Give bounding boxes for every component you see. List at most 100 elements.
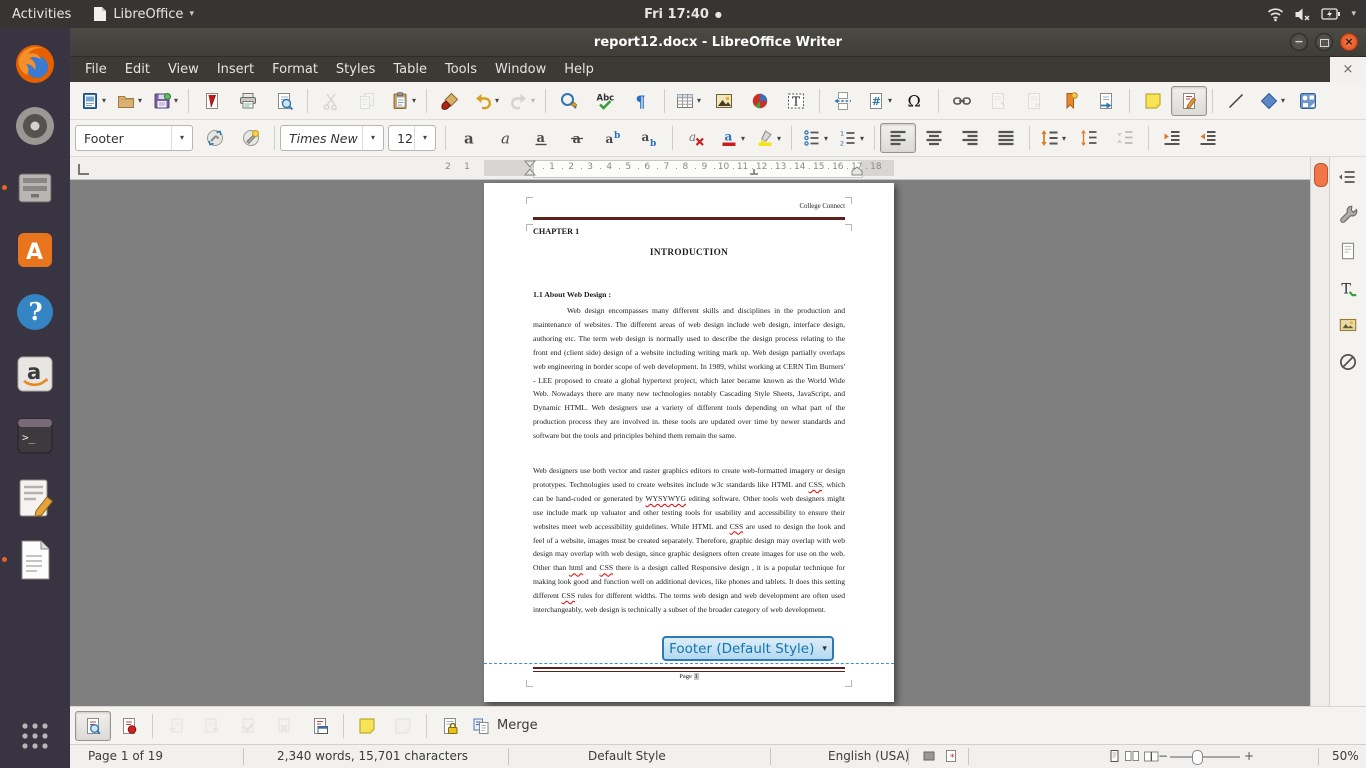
dropdown-arrow-icon[interactable]: ▾ [1062, 134, 1066, 143]
increase-paragraph-spacing-button[interactable] [1071, 123, 1107, 153]
gallery-deck-button[interactable] [1336, 313, 1360, 337]
align-left-button[interactable] [880, 123, 916, 153]
page-style[interactable]: Default Style [588, 749, 666, 763]
align-center-button[interactable] [916, 123, 952, 153]
close-button[interactable]: × [1340, 33, 1358, 51]
document-title[interactable]: INTRODUCTION [484, 247, 894, 257]
font-name-combo[interactable]: Times New Rom▾ [280, 125, 384, 151]
spelling-button[interactable]: Abc [587, 86, 623, 116]
align-justify-button[interactable] [988, 123, 1024, 153]
insert-cross-reference-button[interactable] [1088, 86, 1124, 116]
insert-page-break-button[interactable] [825, 86, 861, 116]
close-document-button[interactable]: × [1330, 57, 1366, 82]
menu-view[interactable]: View [159, 57, 208, 82]
export-pdf-button[interactable] [194, 86, 230, 116]
page-header[interactable]: College Connect [533, 203, 845, 210]
clone-formatting-button[interactable] [432, 86, 468, 116]
record-track-changes-button[interactable] [111, 711, 147, 741]
page-count[interactable]: Page 1 of 19 [88, 749, 163, 763]
activities-button[interactable]: Activities [12, 7, 71, 22]
dock-text-editor[interactable] [11, 474, 59, 522]
dropdown-arrow-icon[interactable]: ▾ [412, 96, 416, 105]
insert-text-box-button[interactable]: T [778, 86, 814, 116]
footer-style-button[interactable]: Footer (Default Style) ▾ [662, 636, 834, 661]
menu-help[interactable]: Help [555, 57, 603, 82]
dock-file-manager[interactable] [11, 164, 59, 212]
dropdown-arrow-icon[interactable]: ▾ [102, 96, 106, 105]
new-document-button[interactable]: ▾ [75, 86, 111, 116]
insert-image-button[interactable] [706, 86, 742, 116]
zoom-in-button[interactable]: + [1244, 749, 1254, 763]
italic-button[interactable]: a [487, 123, 523, 153]
insert-line-button[interactable] [1218, 86, 1254, 116]
underline-button[interactable]: a [523, 123, 559, 153]
dropdown-arrow-icon[interactable]: ▾ [531, 96, 535, 105]
sidebar-settings-button[interactable] [1336, 165, 1360, 189]
dock-ubuntu-software[interactable]: A [11, 226, 59, 274]
superscript-button[interactable]: ab [595, 123, 631, 153]
insert-comment-button[interactable] [1135, 86, 1171, 116]
minimize-button[interactable]: − [1290, 33, 1308, 51]
dropdown-arrow-icon[interactable]: ▾ [1281, 96, 1285, 105]
insert-chart-button[interactable] [742, 86, 778, 116]
section-heading[interactable]: 1.1 About Web Design : [533, 290, 611, 299]
decrease-indent-button[interactable] [1190, 123, 1226, 153]
page-footer[interactable]: Page 1 [533, 673, 845, 680]
track-changes-button[interactable] [1171, 86, 1207, 116]
text-language[interactable]: English (USA) [828, 749, 909, 763]
ordered-list-button[interactable]: 12▾ [833, 123, 869, 153]
dropdown-arrow-icon[interactable]: ▾ [888, 96, 892, 105]
font-color-button[interactable]: a▾ [714, 123, 750, 153]
paragraph-style-combo[interactable]: Footer▾ [75, 125, 193, 151]
styles-deck-button[interactable]: T [1336, 276, 1360, 300]
window-title-bar[interactable]: report12.docx - LibreOffice Writer − × [70, 28, 1366, 57]
save-status-icon[interactable]: * [944, 749, 958, 766]
increase-indent-button[interactable] [1154, 123, 1190, 153]
system-status-icons[interactable]: ▾ [1267, 0, 1356, 28]
chevron-down-icon[interactable]: ▾ [171, 126, 192, 150]
insert-bookmark-button[interactable] [1052, 86, 1088, 116]
dock-music-player[interactable] [11, 102, 59, 150]
dropdown-arrow-icon[interactable]: ▾ [860, 134, 864, 143]
clock[interactable]: Fri 17:40● [0, 7, 1366, 22]
paste-button[interactable]: ▾ [385, 86, 421, 116]
basic-shapes-button[interactable]: ▾ [1254, 86, 1290, 116]
insert-comment-button[interactable] [349, 711, 385, 741]
menu-tools[interactable]: Tools [436, 57, 486, 82]
zoom-out-button[interactable]: − [1158, 749, 1168, 763]
properties-deck-button[interactable] [1336, 202, 1360, 226]
menu-format[interactable]: Format [263, 57, 327, 82]
page-number-field[interactable]: 1 [694, 673, 699, 680]
font-size-combo[interactable]: 12▾ [388, 125, 436, 151]
menu-window[interactable]: Window [486, 57, 555, 82]
selection-mode-icon[interactable] [922, 749, 936, 766]
zoom-slider-thumb[interactable] [1192, 750, 1203, 765]
dock-help[interactable]: ? [11, 288, 59, 336]
save-button[interactable]: ▾ [147, 86, 183, 116]
line-spacing-button[interactable]: ▾ [1035, 123, 1071, 153]
protect-changes-button[interactable] [432, 711, 468, 741]
show-applications-button[interactable] [11, 712, 59, 760]
app-indicator-menu[interactable]: LibreOffice ▾ [93, 6, 194, 22]
chevron-down-icon[interactable]: ▾ [362, 126, 383, 150]
dropdown-arrow-icon[interactable]: ▾ [495, 96, 499, 105]
body-paragraph-1[interactable]: Web design encompasses many different sk… [533, 304, 845, 443]
dock-terminal[interactable]: >_ [11, 412, 59, 460]
chevron-down-icon[interactable]: ▾ [414, 126, 435, 150]
update-style-button[interactable] [197, 123, 233, 153]
manage-track-changes-button[interactable] [302, 711, 338, 741]
unordered-list-button[interactable]: ▾ [797, 123, 833, 153]
document-canvas[interactable]: College Connect CHAPTER 1 INTRODUCTION 1… [70, 180, 1310, 706]
dock-firefox[interactable] [11, 40, 59, 88]
menu-insert[interactable]: Insert [208, 57, 263, 82]
dropdown-arrow-icon[interactable]: ▾ [174, 96, 178, 105]
formatting-marks-button[interactable]: ¶ [623, 86, 659, 116]
chapter-heading[interactable]: CHAPTER 1 [533, 227, 579, 236]
menu-styles[interactable]: Styles [327, 57, 384, 82]
dropdown-arrow-icon[interactable]: ▾ [697, 96, 701, 105]
clear-formatting-button[interactable]: a [678, 123, 714, 153]
zoom-slider-track[interactable] [1170, 756, 1240, 758]
multi-page-view-button[interactable] [1124, 749, 1140, 767]
zoom-level[interactable]: 50% [1332, 749, 1359, 763]
menu-table[interactable]: Table [384, 57, 436, 82]
